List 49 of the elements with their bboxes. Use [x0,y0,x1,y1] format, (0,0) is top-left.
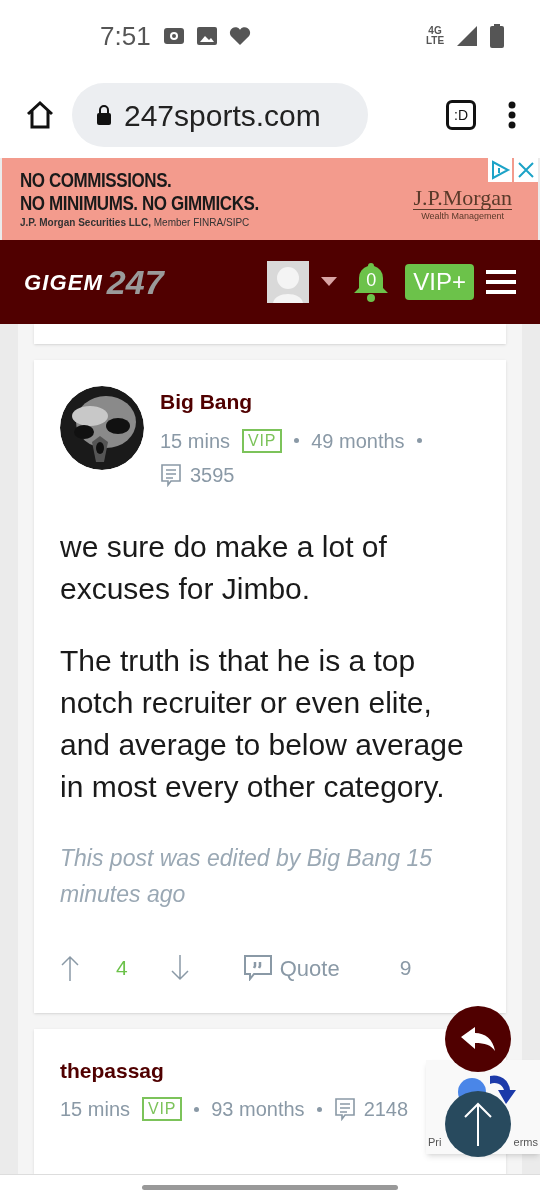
post-time: 15 mins [160,428,231,454]
heart-icon [228,26,251,46]
post-text: The truth is that he is a top notch recruiter or even elite, and average to below average in most every other category. [60,642,465,805]
arrow-up-icon [463,1102,493,1146]
signal-icon [456,25,478,47]
tab-switcher-button[interactable]: :D [446,100,476,130]
quote-icon [243,955,272,981]
vip-badge: VIP [142,1097,183,1121]
author-name[interactable]: Big Bang [160,386,480,418]
home-icon[interactable] [24,99,56,131]
caret-icon[interactable] [321,277,338,287]
user-avatar-icon[interactable] [267,261,310,303]
truncated-text: 9 [399,955,412,982]
ad-disclaimer: J.P. Morgan Securities LLC, Member FINRA/SIPC [20,215,251,230]
comment-icon [160,462,182,487]
terms-link[interactable]: erms [513,1133,538,1150]
post-count: 3595 [190,462,235,488]
brand-logo: J.P.Morgan [413,186,512,210]
ad-banner[interactable]: NO COMMISSIONS. NO MINIMUMS. NO GIMMICKS. J.P. Morgan Securities LLC, Member FINRA/SIPC J.P.Morgan Wealth Management [2,158,538,240]
edit-note: This post was edited by Big Bang 15 minutes ago [60,843,434,909]
comment-icon [333,1097,356,1121]
ad-info-icon[interactable] [488,158,512,182]
hotspot-icon [162,27,185,45]
post-text: we sure do make a lot of excuses for Jimbo. [60,528,388,607]
clock: 7:51 [100,19,151,53]
author-name[interactable]: thepassag [60,1054,164,1086]
reply-arrow-icon [461,1027,495,1051]
privacy-link[interactable]: Pri [428,1133,442,1150]
lock-icon [96,105,112,125]
member-tenure: 49 months [311,428,405,454]
brand-subtitle: Wealth Management [421,209,505,223]
network-label: 4G LTE [424,26,446,46]
image-icon [196,27,217,45]
url-text: 247sports.com [124,97,321,134]
downvote-icon[interactable] [169,955,190,981]
address-bar[interactable]: 247sports.com [72,83,368,147]
post-count: 2148 [363,1097,409,1122]
ad-headline: NO COMMISSIONS. [20,168,173,191]
vip-badge: VIP [242,428,283,453]
menu-icon[interactable] [508,101,516,129]
vote-count: 4 [116,955,128,982]
upvote-icon[interactable] [60,955,80,981]
close-icon[interactable] [514,158,538,182]
post-time: 15 mins [60,1097,131,1122]
ad-headline: NO MINIMUMS. NO GIMMICKS. [20,190,259,215]
member-tenure: 93 months [211,1097,305,1122]
site-logo[interactable]: GIGEM247 [24,265,164,299]
menu-icon[interactable] [486,270,516,294]
battery-icon [490,24,504,48]
